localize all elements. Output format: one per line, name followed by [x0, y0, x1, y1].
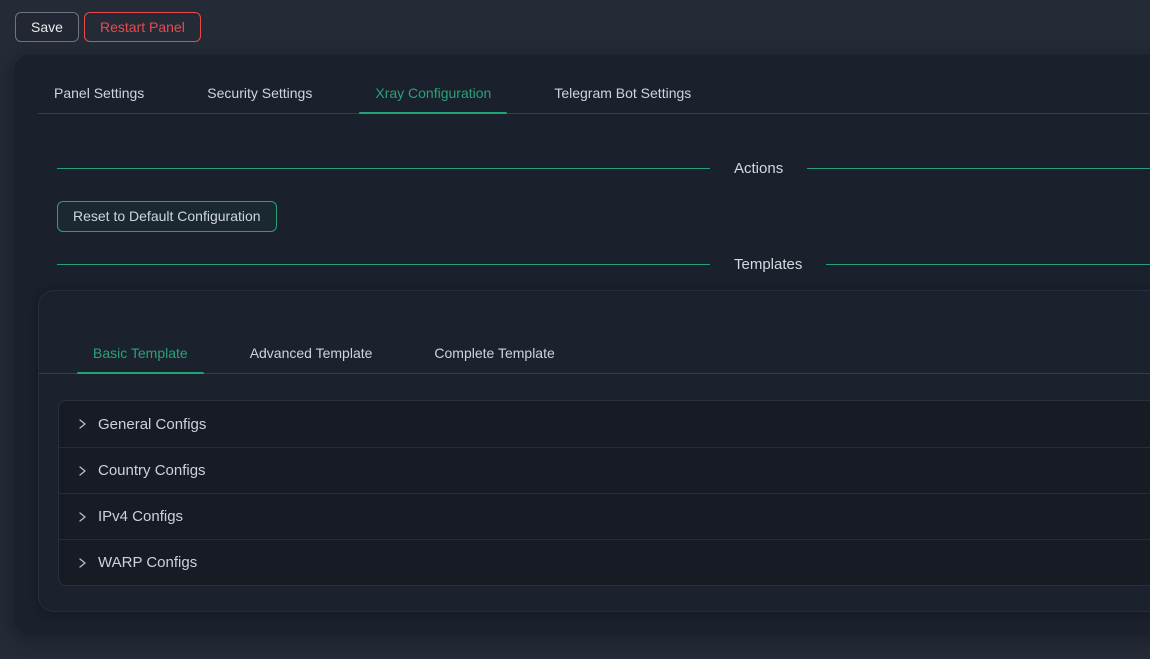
panel-label: WARP Configs	[98, 554, 197, 571]
tab-advanced-template[interactable]: Advanced Template	[234, 333, 389, 373]
reset-default-configuration-button[interactable]: Reset to Default Configuration	[57, 201, 277, 232]
top-toolbar: Save Restart Panel	[0, 0, 1150, 55]
chevron-right-icon	[76, 418, 88, 430]
templates-divider: Templates	[57, 252, 1150, 276]
actions-divider: Actions	[57, 156, 1150, 180]
template-tab-bar: Basic Template Advanced Template Complet…	[39, 333, 1150, 374]
tab-panel-settings[interactable]: Panel Settings	[38, 73, 160, 113]
tab-telegram-bot-settings[interactable]: Telegram Bot Settings	[538, 73, 707, 113]
tab-basic-template[interactable]: Basic Template	[77, 333, 204, 373]
chevron-right-icon	[76, 511, 88, 523]
config-collapse-group: General Configs Country Configs IPv4 Con…	[58, 400, 1150, 586]
settings-card: Panel Settings Security Settings Xray Co…	[14, 55, 1150, 635]
app-viewport: Save Restart Panel Panel Settings Securi…	[0, 0, 1150, 659]
panel-label: Country Configs	[98, 462, 206, 479]
divider-line	[807, 168, 1150, 169]
actions-section-title: Actions	[710, 160, 807, 177]
xray-configuration-content: Actions Reset to Default Configuration T…	[14, 156, 1150, 612]
tab-security-settings[interactable]: Security Settings	[191, 73, 328, 113]
collapse-panel-ipv4-configs[interactable]: IPv4 Configs	[59, 493, 1150, 539]
divider-line	[826, 264, 1150, 265]
tab-xray-configuration[interactable]: Xray Configuration	[359, 73, 507, 113]
templates-card: Basic Template Advanced Template Complet…	[38, 290, 1150, 612]
divider-line	[57, 168, 710, 169]
divider-line	[57, 264, 710, 265]
panel-label: General Configs	[98, 416, 206, 433]
collapse-panel-country-configs[interactable]: Country Configs	[59, 447, 1150, 493]
templates-section-title: Templates	[710, 256, 826, 273]
chevron-right-icon	[76, 557, 88, 569]
restart-panel-button[interactable]: Restart Panel	[84, 12, 201, 42]
collapse-panel-warp-configs[interactable]: WARP Configs	[59, 539, 1150, 585]
collapse-panel-general-configs[interactable]: General Configs	[59, 401, 1150, 447]
settings-tab-bar: Panel Settings Security Settings Xray Co…	[38, 73, 1150, 114]
chevron-right-icon	[76, 465, 88, 477]
panel-label: IPv4 Configs	[98, 508, 183, 525]
tab-complete-template[interactable]: Complete Template	[418, 333, 570, 373]
save-button[interactable]: Save	[15, 12, 79, 42]
